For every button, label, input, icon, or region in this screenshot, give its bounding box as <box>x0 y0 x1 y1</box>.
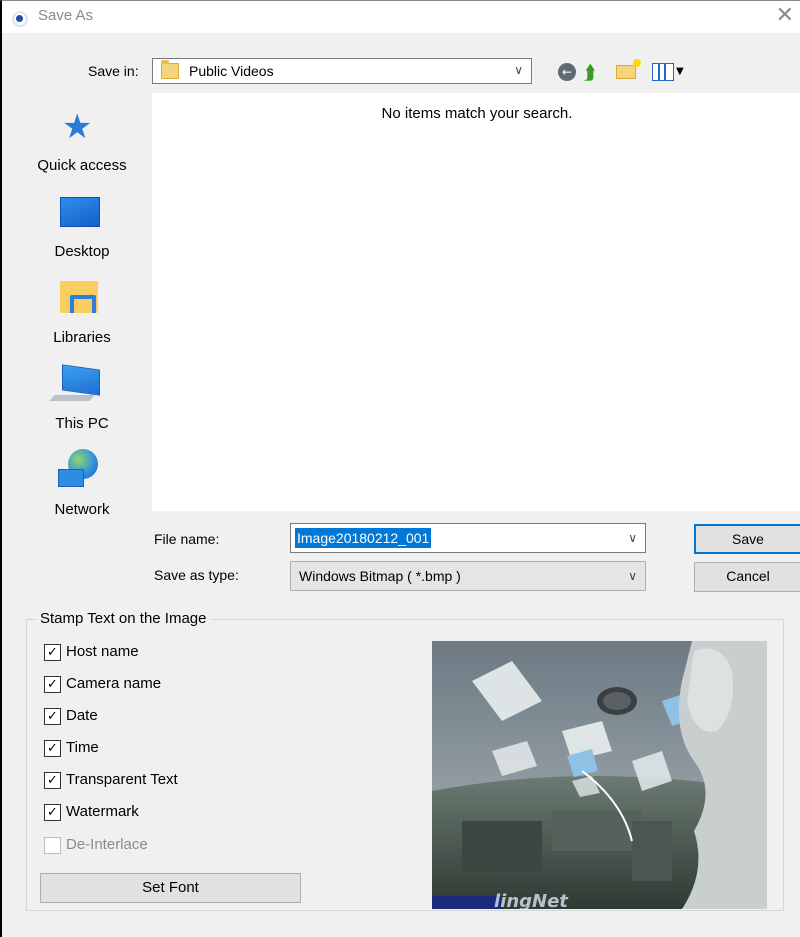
checkbox-box[interactable]: ✓ <box>44 676 61 693</box>
camera-preview-image: lingNet <box>432 641 767 909</box>
desktop-icon <box>60 197 100 227</box>
save-button[interactable]: Save <box>694 524 800 554</box>
checkbox-label: Watermark <box>66 803 139 820</box>
folder-icon <box>161 60 179 79</box>
checkbox-box[interactable]: ✓ <box>44 740 61 757</box>
star-icon: ★ <box>62 107 93 147</box>
checkbox-label: Host name <box>66 643 139 660</box>
file-name-input[interactable]: Image20180212_001 ∨ <box>290 523 646 553</box>
chevron-down-icon[interactable]: ∨ <box>628 531 637 545</box>
cancel-button[interactable]: Cancel <box>694 562 800 592</box>
file-name-label: File name: <box>154 531 220 547</box>
checkbox-box[interactable]: ✓ <box>44 644 61 661</box>
new-folder-icon[interactable] <box>616 59 641 79</box>
chevron-down-icon: ∨ <box>514 63 523 77</box>
place-label: Libraries <box>53 329 111 346</box>
place-libraries[interactable]: Libraries <box>12 265 152 351</box>
checkbox-label: Date <box>66 707 98 724</box>
checkbox-label: Transparent Text <box>66 771 178 788</box>
up-folder-icon[interactable]: ⮭ <box>584 60 596 84</box>
monitor-shape <box>58 469 84 487</box>
place-label: Network <box>54 501 110 518</box>
place-quick-access[interactable]: ★ Quick access <box>12 93 152 179</box>
save-in-label: Save in: <box>88 63 139 79</box>
file-name-value: Image20180212_001 <box>295 528 432 548</box>
empty-message: No items match your search. <box>381 105 573 122</box>
checkbox-box[interactable]: ✓ <box>44 804 61 821</box>
save-as-dialog: Save As ✕ Save in: Public Videos ∨ ← ⮭ ▼… <box>0 0 800 937</box>
checkbox-box[interactable]: ✓ <box>44 708 61 725</box>
close-icon[interactable]: ✕ <box>776 3 794 28</box>
place-label: Desktop <box>54 243 110 260</box>
checkbox-box <box>44 837 61 854</box>
save-in-value: Public Videos <box>189 63 274 79</box>
save-as-type-dropdown[interactable]: Windows Bitmap ( *.bmp ) ∨ <box>290 561 646 591</box>
place-this-pc[interactable]: This PC <box>12 351 152 437</box>
app-icon <box>12 11 28 27</box>
computer-icon <box>62 364 100 396</box>
stamp-text-title: Stamp Text on the Image <box>36 610 211 627</box>
preview-watermark: lingNet <box>494 891 569 909</box>
save-in-dropdown[interactable]: Public Videos ∨ <box>152 58 532 84</box>
title-bar: Save As ✕ <box>2 1 800 33</box>
keyboard-shape <box>49 395 95 401</box>
save-as-type-value: Windows Bitmap ( *.bmp ) <box>299 568 461 584</box>
set-font-button[interactable]: Set Font <box>40 873 301 903</box>
file-list[interactable]: No items match your search. <box>152 93 800 511</box>
checkbox-box[interactable]: ✓ <box>44 772 61 789</box>
place-label: Quick access <box>37 157 127 174</box>
place-label: This PC <box>55 415 109 432</box>
checkbox-label: Time <box>66 739 99 756</box>
places-bar: ★ Quick access Desktop Libraries This PC… <box>12 93 152 518</box>
place-network[interactable]: Network <box>12 437 152 523</box>
view-dropdown-icon[interactable]: ▼ <box>676 66 684 77</box>
window-title: Save As <box>38 7 94 24</box>
libraries-icon <box>60 281 98 313</box>
checkbox-label: De-Interlace <box>66 836 148 853</box>
back-icon[interactable]: ← <box>558 63 576 81</box>
place-desktop[interactable]: Desktop <box>12 179 152 265</box>
preview-scene: lingNet <box>432 641 767 909</box>
save-as-type-label: Save as type: <box>154 567 239 583</box>
checkbox-label: Camera name <box>66 675 162 692</box>
view-menu-icon[interactable] <box>652 63 674 81</box>
chevron-down-icon: ∨ <box>628 569 637 583</box>
